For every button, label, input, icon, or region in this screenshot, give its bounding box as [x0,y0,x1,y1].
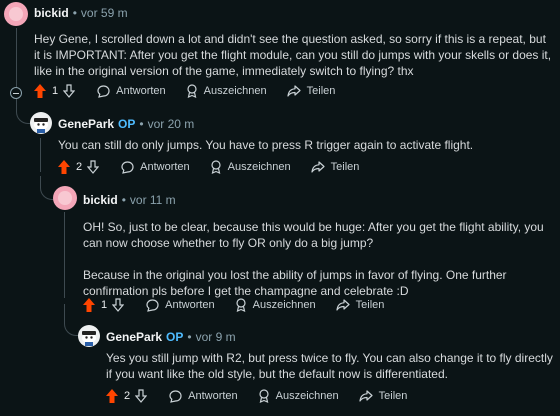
author-name[interactable]: bickid [83,193,118,207]
comment-header: GenePark OP • vor 9 m [106,330,236,344]
author-name[interactable]: bickid [34,6,69,20]
upvote-icon[interactable] [34,84,46,98]
vote-count: 2 [124,390,131,402]
reply-icon [97,84,110,98]
award-button[interactable]: Auszeichnen [235,298,316,312]
share-button[interactable]: Teilen [336,299,385,311]
vote-control: 1 [34,84,76,98]
reply-icon [121,160,134,174]
award-button[interactable]: Auszeichnen [186,84,267,98]
reply-label: Antworten [116,85,166,97]
reply-button[interactable]: Antworten [121,160,190,174]
snoo-avatar-icon [34,118,48,133]
thread-connector [40,176,54,200]
downvote-icon[interactable] [135,389,148,403]
separator-dot: • [121,193,126,207]
author-name[interactable]: GenePark [106,330,162,344]
share-icon [359,390,373,402]
reply-label: Antworten [188,390,238,402]
reply-button[interactable]: Antworten [169,389,238,403]
avatar[interactable] [53,186,77,210]
separator-dot: • [139,117,144,131]
op-badge: OP [166,330,184,344]
downvote-icon[interactable] [112,298,125,312]
comment-actions: 1 Antworten Auszeichnen Teilen [83,298,404,312]
award-label: Auszeichnen [227,161,291,173]
vote-control: 2 [106,389,148,403]
vote-count: 1 [101,299,108,311]
share-label: Teilen [306,85,336,97]
vote-control: 1 [83,298,125,312]
share-icon [287,85,301,97]
comment-time[interactable]: vor 11 m [130,193,176,207]
award-icon [259,389,269,403]
share-label: Teilen [355,299,385,311]
vote-count: 2 [76,161,83,173]
share-button[interactable]: Teilen [311,161,360,173]
thread-line [40,138,41,172]
vote-control: 2 [58,160,100,174]
thread-connector [16,96,30,124]
collapse-button[interactable] [10,87,22,99]
separator-dot: • [72,6,77,20]
comment-body: Hey Gene, I scrolled down a lot and didn… [34,31,554,79]
separator-dot: • [187,330,192,344]
upvote-icon[interactable] [83,298,95,312]
comment-text: OH! So, just to be clear, because this w… [83,220,544,250]
share-icon [336,299,350,311]
award-button[interactable]: Auszeichnen [258,389,339,403]
share-button[interactable]: Teilen [287,85,336,97]
award-icon [236,298,246,312]
thread-connector [64,304,78,336]
avatar[interactable] [4,2,28,26]
comment-body: Yes you still jump with R2, but press tw… [106,350,556,382]
op-badge: OP [118,117,136,131]
comment-body: OH! So, just to be clear, because this w… [83,219,553,299]
award-icon [187,84,197,98]
avatar[interactable] [30,112,52,134]
reply-icon [146,298,159,312]
upvote-icon[interactable] [58,160,70,174]
comment-actions: 2 Antworten Auszeichnen Teilen [58,160,379,174]
reply-button[interactable]: Antworten [97,84,166,98]
award-icon [211,160,221,174]
thread-line [64,212,65,298]
reply-label: Antworten [165,299,215,311]
comment-text: Hey Gene, I scrolled down a lot and didn… [34,32,552,78]
share-label: Teilen [378,390,408,402]
comment-actions: 2 Antworten Auszeichnen Teilen [106,389,427,403]
share-label: Teilen [330,161,360,173]
author-name[interactable]: GenePark [58,117,114,131]
vote-count: 1 [52,85,59,97]
reply-icon [169,389,182,403]
comment-header: bickid • vor 11 m [83,193,176,207]
comment-time[interactable]: vor 59 m [81,6,128,20]
share-button[interactable]: Teilen [359,390,408,402]
award-label: Auszeichnen [252,299,316,311]
comment-header: GenePark OP • vor 20 m [58,117,194,131]
award-label: Auszeichnen [203,85,267,97]
comment-text: You can still do only jumps. You have to… [58,138,474,152]
reply-label: Antworten [140,161,190,173]
comment-text: Yes you still jump with R2, but press tw… [106,351,553,381]
comment-text: Because in the original you lost the abi… [83,268,507,298]
comment-actions: 1 Antworten Auszeichnen Teilen [34,84,355,98]
comment-header: bickid • vor 59 m [34,6,128,20]
snoo-avatar-icon [82,331,96,346]
downvote-icon[interactable] [87,160,100,174]
downvote-icon[interactable] [63,84,76,98]
award-button[interactable]: Auszeichnen [210,160,291,174]
comment-time[interactable]: vor 20 m [148,117,195,131]
upvote-icon[interactable] [106,389,118,403]
reply-button[interactable]: Antworten [146,298,215,312]
avatar[interactable] [78,325,100,347]
comment-body: You can still do only jumps. You have to… [58,137,548,153]
comment-time[interactable]: vor 9 m [196,330,236,344]
share-icon [311,161,325,173]
award-label: Auszeichnen [275,390,339,402]
